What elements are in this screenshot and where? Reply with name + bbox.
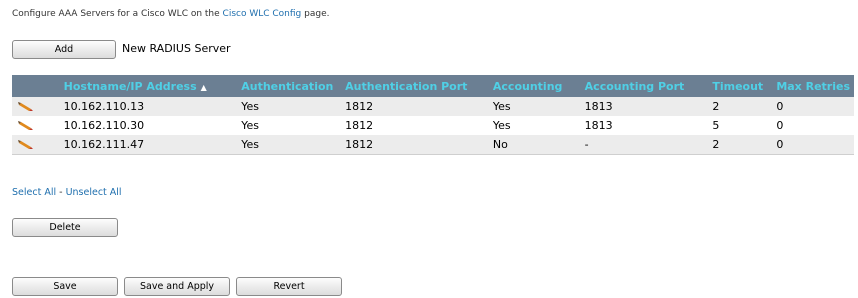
table-row[interactable]: 10.162.110.30 Yes 1812 Yes 1813 5 0 (12, 116, 854, 135)
hostname-cell: 10.162.110.13 (59, 97, 238, 116)
hostname-cell: 10.162.110.30 (59, 116, 238, 135)
table-row[interactable]: 10.162.111.47 Yes 1812 No - 2 0 (12, 135, 854, 155)
authentication-cell: Yes (237, 97, 342, 116)
column-header-accounting-port[interactable]: Accounting Port (580, 75, 709, 97)
new-radius-server-label: New RADIUS Server (122, 42, 231, 55)
intro-suffix: page. (301, 9, 330, 19)
accounting-port-cell: - (580, 135, 709, 155)
column-header-max-retries[interactable]: Max Retries (772, 75, 854, 97)
max-retries-cell: 0 (772, 116, 854, 135)
edit-cell[interactable] (12, 97, 60, 116)
column-header-authentication[interactable]: Authentication (237, 75, 342, 97)
page-intro: Configure AAA Servers for a Cisco WLC on… (12, 9, 329, 19)
authentication-port-cell: 1812 (341, 135, 489, 155)
accounting-cell: No (488, 135, 581, 155)
accounting-cell: Yes (488, 97, 581, 116)
column-header-accounting[interactable]: Accounting (488, 75, 581, 97)
accounting-port-cell: 1813 (580, 116, 709, 135)
column-header-hostname-label: Hostname/IP Address (63, 79, 197, 93)
table-header-row: Hostname/IP Address ▲ Authentication Auth… (12, 75, 854, 97)
max-retries-cell: 0 (772, 135, 854, 155)
edit-cell[interactable] (12, 135, 60, 155)
cisco-wlc-config-link[interactable]: Cisco WLC Config (223, 9, 302, 19)
authentication-cell: Yes (237, 116, 342, 135)
save-and-apply-button[interactable]: Save and Apply (124, 277, 230, 296)
select-all-link[interactable]: Select All (12, 187, 56, 198)
max-retries-cell: 0 (772, 97, 854, 116)
intro-prefix: Configure AAA Servers for a Cisco WLC on… (12, 9, 223, 19)
delete-button[interactable]: Delete (12, 218, 118, 237)
authentication-port-cell: 1812 (341, 116, 489, 135)
timeout-cell: 5 (708, 116, 773, 135)
column-header-hostname[interactable]: Hostname/IP Address ▲ (59, 75, 238, 97)
column-header-authentication-port[interactable]: Authentication Port (341, 75, 489, 97)
edit-cell[interactable] (12, 116, 60, 135)
timeout-cell: 2 (708, 97, 773, 116)
sort-ascending-icon: ▲ (200, 82, 207, 92)
accounting-cell: Yes (488, 116, 581, 135)
pencil-icon[interactable] (16, 121, 34, 131)
revert-button[interactable]: Revert (236, 277, 342, 296)
accounting-port-cell: 1813 (580, 97, 709, 116)
selection-separator: - (56, 187, 66, 198)
column-header-timeout[interactable]: Timeout (708, 75, 773, 97)
timeout-cell: 2 (708, 135, 773, 155)
authentication-cell: Yes (237, 135, 342, 155)
save-button[interactable]: Save (12, 277, 118, 296)
authentication-port-cell: 1812 (341, 97, 489, 116)
edit-column-header (12, 75, 60, 97)
unselect-all-link[interactable]: Unselect All (66, 187, 122, 198)
hostname-cell: 10.162.111.47 (59, 135, 238, 155)
table-row[interactable]: 10.162.110.13 Yes 1812 Yes 1813 2 0 (12, 97, 854, 116)
add-button[interactable]: Add (12, 40, 116, 59)
selection-links: Select All - Unselect All (12, 187, 122, 198)
pencil-icon[interactable] (16, 102, 34, 112)
aaa-servers-table: Hostname/IP Address ▲ Authentication Auth… (12, 75, 854, 155)
pencil-icon[interactable] (16, 140, 34, 150)
